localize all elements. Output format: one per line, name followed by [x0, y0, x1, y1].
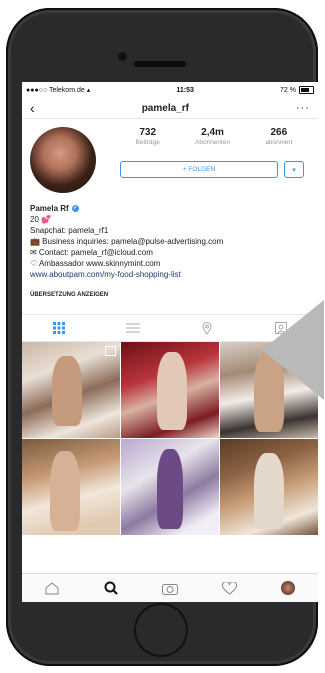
grid-view-icon[interactable] — [49, 322, 69, 334]
bio-age: 20 💕 — [30, 215, 52, 224]
bio-ambassador: ♡ Ambassador www.skinnymint.com — [30, 259, 161, 268]
earpiece-speaker — [134, 61, 186, 67]
bio-business: 💼 Business inquiries: pamela@pulse-adver… — [30, 237, 224, 246]
location-pin-icon[interactable] — [197, 321, 217, 335]
stat-number: 2,4m — [201, 127, 224, 138]
stat-following[interactable]: 266 abonniert — [265, 127, 292, 146]
stat-label: Beiträge — [135, 139, 160, 146]
bio-snapchat: Snapchat: pamela_rf1 — [30, 226, 109, 235]
grid-photo[interactable] — [121, 439, 219, 535]
stat-number: 266 — [270, 127, 288, 138]
more-options-icon[interactable]: ··· — [296, 102, 310, 114]
profile-bio: Pamela Rf ✓ 20 💕 Snapchat: pamela_rf1 💼 … — [22, 203, 318, 280]
top-nav: ‹ pamela_rf ··· — [22, 98, 318, 119]
battery-icon — [299, 86, 314, 94]
profile-stats: 732 Beiträge 2,4m Abonnenten 266 abonnie… — [118, 127, 310, 146]
list-view-icon[interactable] — [123, 322, 143, 334]
grid-photo[interactable] — [220, 439, 318, 535]
stat-number: 732 — [139, 127, 157, 138]
stat-followers[interactable]: 2,4m Abonnenten — [195, 127, 230, 146]
avatar — [281, 581, 296, 595]
bottom-tab-bar — [22, 573, 318, 602]
verified-badge-icon: ✓ — [71, 205, 79, 212]
multiple-photos-icon — [105, 346, 116, 356]
search-tab-icon[interactable] — [100, 577, 122, 599]
grid-photo[interactable] — [121, 342, 219, 438]
camera-tab-icon[interactable] — [159, 577, 181, 599]
profile-header: 732 Beiträge 2,4m Abonnenten 266 abonnie… — [22, 119, 318, 203]
carrier-label: ●●●○○ Telekom.de — [26, 86, 85, 94]
follow-row: + FOLGEN ▾ — [120, 161, 304, 178]
suggestions-dropdown-button[interactable]: ▾ — [284, 161, 304, 178]
grid-photo[interactable] — [22, 439, 120, 535]
profile-name: Pamela Rf — [30, 204, 69, 213]
home-button[interactable] — [134, 603, 188, 657]
speech-pointer-shape — [262, 300, 324, 400]
avatar[interactable] — [30, 127, 96, 193]
home-tab-icon[interactable] — [41, 577, 63, 599]
stat-label: Abonnenten — [195, 139, 231, 146]
bio-contact: ✉ Contact: pamela_rf@icloud.com — [30, 248, 153, 257]
grid-photo[interactable] — [22, 342, 120, 438]
activity-heart-icon[interactable] — [218, 577, 240, 599]
wifi-icon: ▴ — [86, 87, 91, 94]
follow-button[interactable]: + FOLGEN — [120, 161, 278, 178]
clock: 11:53 — [176, 86, 194, 94]
back-icon[interactable]: ‹ — [30, 100, 35, 116]
page-title: pamela_rf — [141, 102, 189, 114]
battery-percent: 72 % — [280, 86, 296, 94]
bio-website-link[interactable]: www.aboutpam.com/my-food-shopping-list — [30, 269, 310, 280]
status-bar: ●●●○○ Telekom.de ▴ 11:53 72 % — [22, 82, 318, 98]
profile-tab-avatar[interactable] — [277, 577, 299, 599]
stat-label: abonniert — [265, 139, 293, 146]
stat-posts[interactable]: 732 Beiträge — [136, 127, 160, 146]
front-camera — [118, 52, 127, 61]
chevron-down-icon: ▾ — [292, 166, 296, 174]
